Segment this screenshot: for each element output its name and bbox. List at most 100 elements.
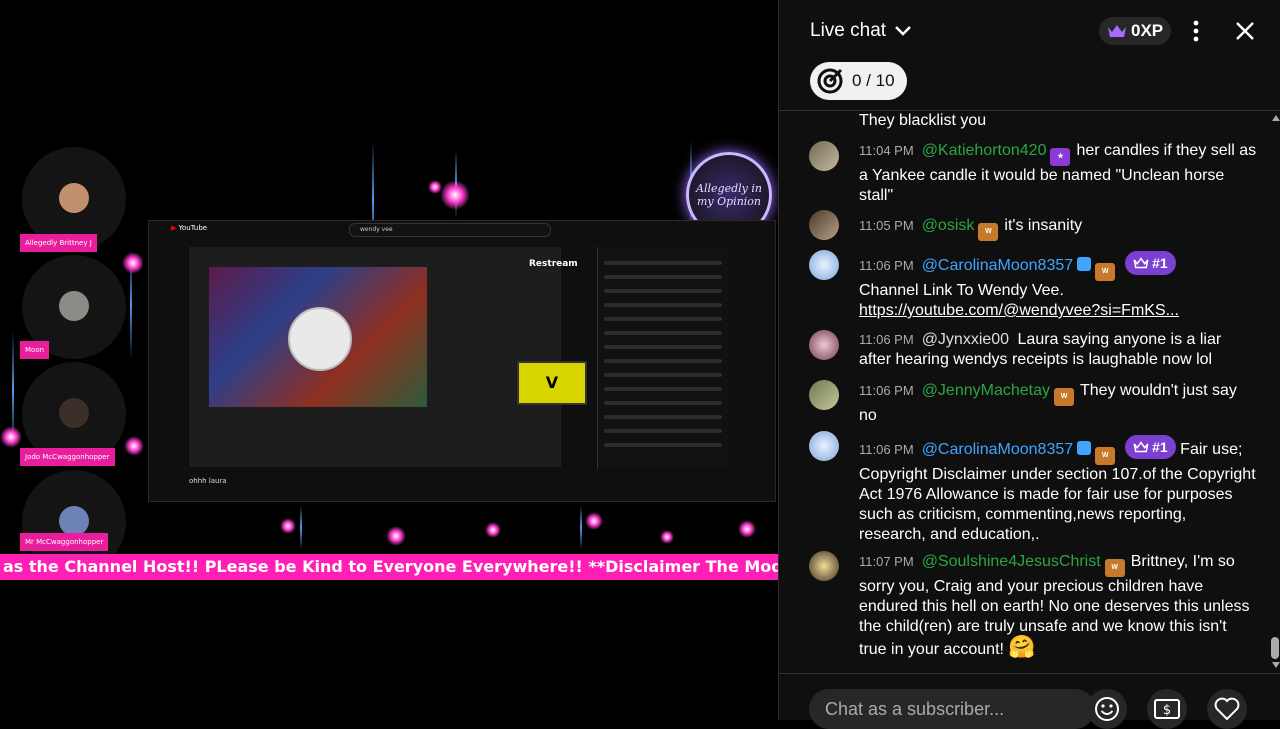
emoji-button[interactable] [1087, 689, 1127, 729]
message-author[interactable]: @Soulshine4JesusChrist [922, 553, 1101, 570]
message-author[interactable]: @osisk [922, 217, 975, 234]
glow-dot [660, 530, 674, 544]
chat-message: 11:06 PM @JennyMachetay W They wouldn't jus… [859, 381, 1257, 426]
glow-dot [738, 520, 756, 538]
scroll-down-arrow-icon[interactable] [1272, 662, 1280, 668]
chat-mode-dropdown[interactable]: Live chat [810, 20, 912, 42]
chat-message: 11:04 PM @Katiehorton420 ★ her candles if t… [859, 141, 1257, 206]
guest-label: Moon [20, 341, 50, 359]
super-chat-button[interactable]: $ [1147, 689, 1187, 729]
chat-title: Live chat [810, 20, 887, 41]
restream-label: Restream [529, 259, 578, 269]
message-author[interactable]: @Jynxxie00 [922, 331, 1009, 348]
chat-message: 11:06 PM @Jynxxie00 Laura saying anyone i… [859, 330, 1257, 370]
screen-share: ▶ YouTube wendy vee Restream V ohhh laur… [148, 220, 776, 502]
light-streak [300, 505, 302, 550]
video-stage[interactable]: Allegedly Brittney J Moon Jodo McCwaggon… [0, 0, 778, 720]
avatar[interactable] [809, 330, 839, 360]
chat-scrollbar[interactable] [1269, 111, 1280, 673]
crown-icon [1133, 441, 1149, 453]
avatar[interactable] [809, 380, 839, 410]
dollar-icon: $ [1154, 699, 1180, 719]
message-timestamp: 11:04 PM [859, 143, 914, 158]
chat-message-list[interactable]: They blacklist you 11:04 PM @Katiehorton4… [779, 111, 1267, 673]
ticker-text: as the Channel Host!! PLease be Kind to … [3, 557, 778, 576]
member-badge-icon: W [1054, 388, 1074, 406]
embedded-video-title: ohhh laura [189, 477, 227, 485]
message-timestamp: 11:06 PM [859, 332, 914, 347]
target-icon [817, 68, 843, 94]
member-badge-icon: W [978, 223, 999, 241]
verified-shield-icon [1077, 441, 1092, 455]
member-badge-icon: W [1104, 559, 1125, 577]
chat-goal-chip[interactable]: 0 / 10 [810, 62, 907, 100]
rank-badge: #1 [1125, 435, 1176, 459]
rank-badge: #1 [1125, 251, 1176, 275]
like-button[interactable] [1207, 689, 1247, 729]
hugging-face-emoji: 🤗 [1008, 634, 1036, 659]
chat-footer: Chat as a subscriber... $ [779, 673, 1280, 729]
channel-v-logo: V [517, 361, 587, 405]
message-author[interactable]: @CarolinaMoon8357 [922, 257, 1073, 274]
chat-message: 11:05 PM @osisk Wit's insanity [859, 216, 1257, 241]
glow-dot [124, 436, 144, 456]
chat-message: They blacklist you [859, 111, 1257, 131]
scroll-up-arrow-icon[interactable] [1272, 115, 1280, 121]
glow-dot [428, 180, 442, 194]
member-badge-icon: W [1095, 263, 1116, 281]
avatar[interactable] [809, 210, 839, 240]
avatar[interactable] [809, 141, 839, 171]
glow-dot [440, 180, 470, 210]
glow-dot [585, 512, 603, 530]
goal-progress: 0 / 10 [852, 71, 895, 90]
heart-icon [1214, 697, 1240, 721]
message-timestamp: 11:06 PM [859, 383, 914, 398]
scroll-thumb[interactable] [1271, 637, 1279, 659]
close-icon [1236, 22, 1254, 40]
chat-message: 11:06 PM @CarolinaMoon8357 W #1 Fair use; C… [859, 435, 1257, 545]
message-author[interactable]: @JennyMachetay [922, 382, 1050, 399]
member-badge-icon: W [1095, 447, 1116, 465]
message-author[interactable]: @CarolinaMoon8357 [922, 441, 1073, 458]
crown-icon [1108, 25, 1126, 37]
chat-message: 11:06 PM @CarolinaMoon8357 W #1 Channel Lin… [859, 251, 1257, 321]
message-timestamp: 11:06 PM [859, 258, 914, 273]
xp-button[interactable]: 0XP [1099, 17, 1172, 45]
embedded-video-player [189, 247, 561, 467]
glow-dot [0, 426, 22, 448]
chat-message: 11:07 PM @Soulshine4JesusChrist W Brittney,… [859, 552, 1257, 660]
message-text: They blacklist you [859, 112, 987, 129]
avatar[interactable] [809, 250, 839, 280]
guest-label: Jodo McCwaggonhopper [20, 448, 115, 466]
xp-label: 0XP [1131, 21, 1164, 40]
message-text: it's insanity [1004, 217, 1083, 234]
message-timestamp: 11:06 PM [859, 442, 914, 457]
guest-label: Mr McCwaggonhopper [20, 533, 109, 551]
crown-icon [1133, 257, 1149, 269]
glow-dot [386, 526, 406, 546]
chat-input[interactable]: Chat as a subscriber... [809, 689, 1095, 729]
scrolling-ticker: as the Channel Host!! PLease be Kind to … [0, 554, 778, 580]
nested-stream-frame [209, 267, 427, 407]
embedded-youtube-header: ▶ YouTube wendy vee [149, 221, 775, 237]
smiley-icon [1095, 697, 1119, 721]
live-chat-panel: Live chat 0XP 0 / 10 They blacklist you … [778, 0, 1280, 729]
chat-header: Live chat 0XP 0 / 10 [779, 0, 1280, 111]
message-text: Channel Link To Wendy Vee. [859, 282, 1064, 299]
message-author[interactable]: @Katiehorton420 [922, 142, 1047, 159]
more-options-button[interactable] [1183, 18, 1209, 44]
svg-text:$: $ [1163, 703, 1171, 718]
glow-dot [280, 518, 296, 534]
member-badge-icon: ★ [1050, 148, 1071, 166]
avatar[interactable] [809, 431, 839, 461]
embedded-search-box: wendy vee [349, 223, 551, 237]
glow-dot [122, 252, 144, 274]
message-link[interactable]: https://youtube.com/@wendyvee?si=FmKS... [859, 302, 1179, 319]
guest-label: Allegedly Brittney J [20, 234, 97, 252]
message-timestamp: 11:07 PM [859, 554, 914, 569]
message-timestamp: 11:05 PM [859, 218, 914, 233]
avatar[interactable] [809, 551, 839, 581]
close-chat-button[interactable] [1231, 17, 1259, 45]
light-streak [580, 505, 582, 550]
kebab-menu-icon [1193, 20, 1199, 42]
